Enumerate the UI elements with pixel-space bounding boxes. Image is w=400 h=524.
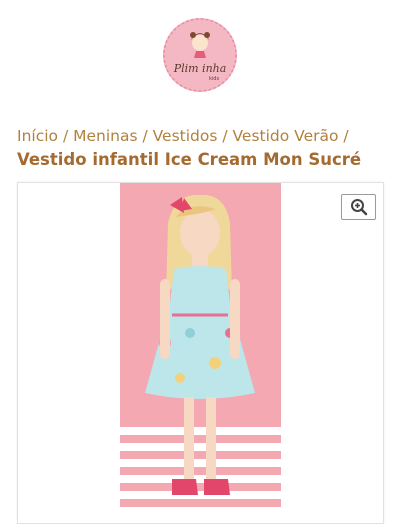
product-photo-illustration [120,183,281,512]
brand-logo[interactable]: Plim inha kids [163,18,237,92]
breadcrumb-link-vestido-verao[interactable]: Vestido Verão [233,127,339,145]
breadcrumb-separator: / [142,127,153,145]
zoom-button[interactable] [341,194,376,220]
breadcrumb-link-inicio[interactable]: Início [17,127,58,145]
logo-graphic [163,18,237,92]
product-image[interactable] [120,183,281,512]
breadcrumb: Início / Meninas / Vestidos / Vestido Ve… [17,124,387,148]
product-title: Vestido infantil Ice Cream Mon Sucré [17,150,362,169]
breadcrumb-separator: / [343,127,349,145]
logo-text: Plim inha [173,62,227,75]
breadcrumb-separator: / [62,127,74,145]
breadcrumb-link-meninas[interactable]: Meninas [73,127,137,145]
breadcrumb-link-vestidos[interactable]: Vestidos [153,127,218,145]
breadcrumb-separator: / [222,127,233,145]
zoom-in-icon [351,199,368,216]
logo-subtext: kids [209,76,220,82]
